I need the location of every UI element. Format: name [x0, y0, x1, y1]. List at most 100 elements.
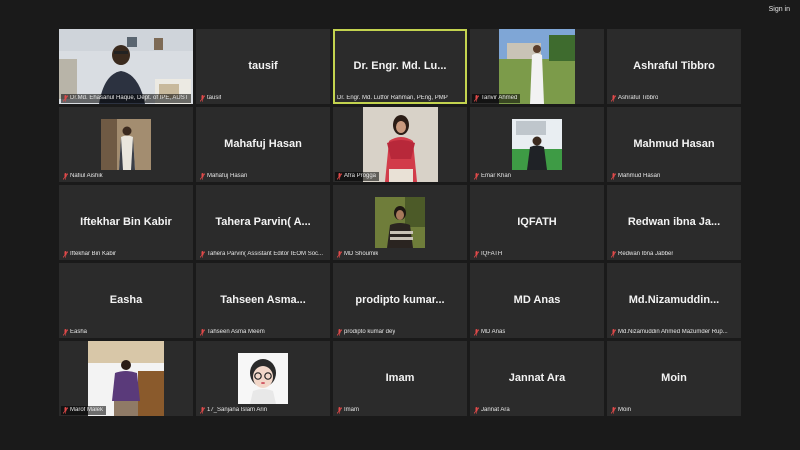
participant-label: Tanvir Ahmed — [481, 95, 518, 101]
participant-tile[interactable]: Ashraful Tibbro Ashraful Tibbro — [607, 29, 741, 104]
participant-tile[interactable]: MD Shoumik — [333, 185, 467, 260]
participant-name: tausif — [248, 59, 278, 72]
name-tag: Nafiul Aishik — [61, 172, 106, 181]
participant-tile[interactable]: Moin Moin — [607, 341, 741, 416]
participant-tile[interactable]: IQFATH IQFATH — [470, 185, 604, 260]
participant-tile[interactable]: 17_Sanjana Islam Arin — [196, 341, 330, 416]
name-tag: Ashraful Tibbro — [609, 94, 661, 103]
mic-muted-icon — [474, 94, 479, 102]
participant-tile[interactable]: Tanvir Ahmed — [470, 29, 604, 104]
participant-tile[interactable]: Md.Nizamuddin... Md.Nizamuddin Ahmed Maz… — [607, 263, 741, 338]
participant-tile[interactable]: Redwan ibna Ja... Redwan Ibna Jabber — [607, 185, 741, 260]
participant-label: prodipto kumar dey — [344, 329, 396, 335]
participant-label: Dr.Md. Ehasanul Haque, Dept. of IPE, AUS… — [70, 95, 189, 101]
participant-label: Mahafuj Hasan — [207, 173, 248, 179]
mic-muted-icon — [337, 250, 342, 258]
name-tag: Tahseen Asma Meem — [198, 328, 268, 337]
participant-label: Marof Malek — [70, 407, 104, 413]
participant-tile[interactable]: MD Anas MD Anas — [470, 263, 604, 338]
participant-video — [512, 119, 562, 170]
mic-muted-icon — [611, 172, 616, 180]
participant-label: 17_Sanjana Islam Arin — [207, 407, 268, 413]
name-tag: Mahafuj Hasan — [198, 172, 250, 181]
participant-tile[interactable]: Marof Malek — [59, 341, 193, 416]
participant-label: Md.Nizamuddin Ahmed Mazumder Rup... — [618, 329, 728, 335]
participant-name: Tahera Parvin( A... — [215, 215, 311, 228]
participant-tile[interactable]: Imam Imam — [333, 341, 467, 416]
participant-video — [238, 353, 288, 404]
participant-label: Afra Progga — [344, 173, 377, 179]
mic-muted-icon — [337, 406, 342, 414]
mic-muted-icon — [337, 172, 342, 180]
participant-tile[interactable]: Dr.Md. Ehasanul Haque, Dept. of IPE, AUS… — [59, 29, 193, 104]
participant-tile[interactable]: Iftekhar Bin Kabir Iftekhar Bin Kabir — [59, 185, 193, 260]
name-tag: MD Shoumik — [335, 250, 381, 259]
participant-label: IQFATH — [481, 251, 503, 257]
name-tag: Dr.Md. Ehasanul Haque, Dept. of IPE, AUS… — [61, 93, 192, 103]
name-tag: Emar Khan — [472, 172, 514, 181]
participant-tile[interactable]: tausif tausif — [196, 29, 330, 104]
participant-name: Dr. Engr. Md. Lu... — [353, 59, 447, 72]
participant-name: Jannat Ara — [508, 371, 566, 384]
name-tag: Redwan Ibna Jabber — [609, 250, 676, 259]
participant-name: Ashraful Tibbro — [633, 59, 715, 72]
participant-video — [101, 119, 151, 170]
participant-tile[interactable]: Easha Easha — [59, 263, 193, 338]
participant-tile[interactable]: Jannat Ara Jannat Ara — [470, 341, 604, 416]
name-tag: Easha — [61, 328, 90, 337]
mic-muted-icon — [63, 250, 68, 258]
participant-label: Emar Khan — [481, 173, 512, 179]
participant-label: Nafiul Aishik — [70, 173, 103, 179]
participant-label: Mahmud Hasan — [618, 173, 661, 179]
name-tag: prodipto kumar dey — [335, 328, 398, 337]
participant-tile[interactable]: Tahseen Asma... Tahseen Asma Meem — [196, 263, 330, 338]
participant-tile[interactable]: Emar Khan — [470, 107, 604, 182]
participant-name: IQFATH — [517, 215, 557, 228]
participant-tile[interactable]: Afra Progga — [333, 107, 467, 182]
participant-label: Dr. Engr. Md. Lutfor Rahman, PEng, PMP — [337, 95, 448, 101]
participant-name: Easha — [109, 293, 143, 306]
participant-name: Iftekhar Bin Kabir — [80, 215, 172, 228]
mic-muted-icon — [63, 94, 68, 102]
name-tag: Jannat Ara — [472, 406, 513, 415]
participant-name: MD Anas — [513, 293, 561, 306]
participant-label: Tahera Parvin( Assistant Editor IEOM Soc… — [207, 251, 324, 257]
name-tag: MD Anas — [472, 328, 508, 337]
participant-name: Redwan ibna Ja... — [627, 215, 721, 228]
name-tag: Mahmud Hasan — [609, 172, 663, 181]
mic-muted-icon — [611, 94, 616, 102]
name-tag: 17_Sanjana Islam Arin — [198, 406, 270, 415]
name-tag: Dr. Engr. Md. Lutfor Rahman, PEng, PMP — [335, 94, 451, 103]
name-tag: tausif — [198, 94, 224, 103]
participant-tile[interactable]: prodipto kumar... prodipto kumar dey — [333, 263, 467, 338]
name-tag: Iftekhar Bin Kabir — [61, 250, 119, 259]
participant-name: Tahseen Asma... — [220, 293, 306, 306]
participant-label: Jannat Ara — [481, 407, 510, 413]
participant-label: Tahseen Asma Meem — [207, 329, 265, 335]
mic-muted-icon — [611, 328, 616, 336]
sign-in-button[interactable]: Sign in — [765, 4, 794, 15]
participant-tile[interactable]: Tahera Parvin( A... Tahera Parvin( Assis… — [196, 185, 330, 260]
participant-name: Moin — [661, 371, 687, 384]
mic-muted-icon — [200, 94, 205, 102]
mic-muted-icon — [337, 328, 342, 336]
mic-muted-icon — [474, 172, 479, 180]
participant-label: tausif — [207, 95, 222, 101]
active-speaker-tile[interactable]: Dr. Engr. Md. Lu... Dr. Engr. Md. Lutfor… — [333, 29, 467, 104]
participant-tile[interactable]: Nafiul Aishik — [59, 107, 193, 182]
mic-muted-icon — [63, 406, 68, 414]
name-tag: IQFATH — [472, 250, 505, 259]
mic-muted-icon — [63, 172, 68, 180]
mic-muted-icon — [200, 328, 205, 336]
mic-muted-icon — [474, 250, 479, 258]
participant-name: Imam — [385, 371, 415, 384]
mic-muted-icon — [200, 172, 205, 180]
participant-name: Md.Nizamuddin... — [628, 293, 720, 306]
participant-tile[interactable]: Mahafuj Hasan Mahafuj Hasan — [196, 107, 330, 182]
participant-name: Mahmud Hasan — [633, 137, 715, 150]
participant-name: prodipto kumar... — [355, 293, 445, 306]
participant-tile[interactable]: Mahmud Hasan Mahmud Hasan — [607, 107, 741, 182]
participant-video — [375, 197, 425, 248]
mic-muted-icon — [63, 328, 68, 336]
name-tag: Marof Malek — [61, 405, 107, 415]
